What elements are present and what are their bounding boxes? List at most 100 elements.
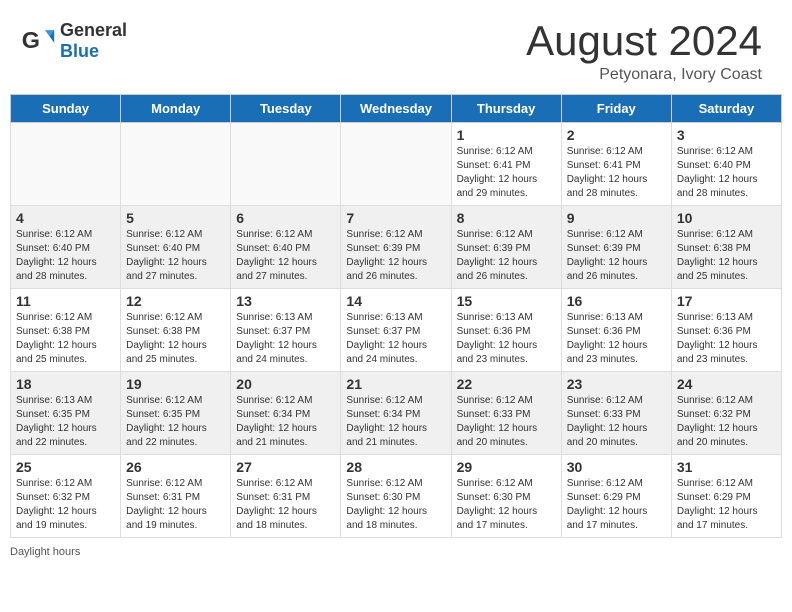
day-number: 19 [126,376,225,392]
day-header-monday: Monday [121,95,231,123]
day-info: Sunrise: 6:12 AMSunset: 6:35 PMDaylight:… [126,394,225,450]
day-number: 21 [346,376,445,392]
week-row-0: 1 Sunrise: 6:12 AMSunset: 6:41 PMDaylight… [11,123,782,206]
day-info: Sunrise: 6:13 AMSunset: 6:35 PMDaylight:… [16,394,115,450]
day-info: Sunrise: 6:12 AMSunset: 6:40 PMDaylight:… [677,145,776,201]
week-row-2: 11 Sunrise: 6:12 AMSunset: 6:38 PMDayligh… [11,289,782,372]
day-cell-26: 26 Sunrise: 6:12 AMSunset: 6:31 PMDayligh… [121,455,231,538]
day-info: Sunrise: 6:12 AMSunset: 6:39 PMDaylight:… [457,228,556,284]
day-info: Sunrise: 6:12 AMSunset: 6:41 PMDaylight:… [567,145,666,201]
day-number: 5 [126,210,225,226]
logo-icon: G [20,23,56,59]
logo-text: General Blue [60,20,127,62]
day-cell-29: 29Sunrise: 6:12 AMSunset: 6:30 PMDayligh… [451,455,561,538]
svg-text:G: G [22,27,40,53]
day-info: Sunrise: 6:12 AMSunset: 6:41 PMDaylight:… [457,145,556,201]
day-cell-8: 8 Sunrise: 6:12 AMSunset: 6:39 PMDaylight… [451,206,561,289]
day-number: 23 [567,376,666,392]
day-cell-27: 27 Sunrise: 6:12 AMSunset: 6:31 PMDayligh… [231,455,341,538]
day-number: 11 [16,293,115,309]
day-info: Sunrise: 6:13 AMSunset: 6:36 PMDaylight:… [677,311,776,367]
day-cell-empty-0-0 [11,123,121,206]
day-number: 4 [16,210,115,226]
day-header-wednesday: Wednesday [341,95,451,123]
logo-general: General [60,20,127,41]
day-number: 28 [346,459,445,475]
day-info: Sunrise: 6:12 AMSunset: 6:38 PMDaylight:… [16,311,115,367]
day-cell-17: 17 Sunrise: 6:13 AMSunset: 6:36 PMDayligh… [671,289,781,372]
day-info: Sunrise: 6:12 AMSunset: 6:29 PMDaylight:… [567,477,666,533]
day-cell-13: 13Sunrise: 6:13 AMSunset: 6:37 PMDayligh… [231,289,341,372]
day-info: Sunrise: 6:12 AMSunset: 6:30 PMDaylight:… [346,477,445,533]
day-number: 3 [677,127,776,143]
day-cell-1: 1 Sunrise: 6:12 AMSunset: 6:41 PMDaylight… [451,123,561,206]
day-cell-21: 21 Sunrise: 6:12 AMSunset: 6:34 PMDayligh… [341,372,451,455]
day-number: 8 [457,210,556,226]
day-number: 12 [126,293,225,309]
day-header-thursday: Thursday [451,95,561,123]
day-info: Sunrise: 6:12 AMSunset: 6:31 PMDaylight:… [236,477,335,533]
day-number: 22 [457,376,556,392]
day-info: Sunrise: 6:12 AMSunset: 6:33 PMDaylight:… [457,394,556,450]
logo: G General Blue [20,20,127,62]
day-cell-22: 22 Sunrise: 6:12 AMSunset: 6:33 PMDayligh… [451,372,561,455]
day-cell-23: 23 Sunrise: 6:12 AMSunset: 6:33 PMDayligh… [561,372,671,455]
day-number: 6 [236,210,335,226]
day-cell-16: 16 Sunrise: 6:13 AMSunset: 6:36 PMDayligh… [561,289,671,372]
day-cell-empty-0-2 [231,123,341,206]
day-cell-20: 20 Sunrise: 6:12 AMSunset: 6:34 PMDayligh… [231,372,341,455]
location-subtitle: Petyonara, Ivory Coast [526,66,762,84]
day-number: 18 [16,376,115,392]
day-info: Sunrise: 6:13 AMSunset: 6:36 PMDaylight:… [567,311,666,367]
day-number: 27 [236,459,335,475]
day-info: Sunrise: 6:12 AMSunset: 6:33 PMDaylight:… [567,394,666,450]
day-cell-3: 3 Sunrise: 6:12 AMSunset: 6:40 PMDaylight… [671,123,781,206]
day-info: Sunrise: 6:12 AMSunset: 6:34 PMDaylight:… [346,394,445,450]
day-info: Sunrise: 6:12 AMSunset: 6:38 PMDaylight:… [126,311,225,367]
day-number: 24 [677,376,776,392]
day-cell-empty-0-1 [121,123,231,206]
day-number: 1 [457,127,556,143]
day-info: Sunrise: 6:12 AMSunset: 6:30 PMDaylight:… [457,477,556,533]
day-cell-6: 6Sunrise: 6:12 AMSunset: 6:40 PMDaylight… [231,206,341,289]
day-number: 13 [236,293,335,309]
day-cell-9: 9Sunrise: 6:12 AMSunset: 6:39 PMDaylight… [561,206,671,289]
title-area: August 2024 Petyonara, Ivory Coast [526,20,762,84]
day-number: 20 [236,376,335,392]
day-number: 17 [677,293,776,309]
day-info: Sunrise: 6:12 AMSunset: 6:34 PMDaylight:… [236,394,335,450]
day-cell-19: 19 Sunrise: 6:12 AMSunset: 6:35 PMDayligh… [121,372,231,455]
month-year-title: August 2024 [526,20,762,62]
day-number: 30 [567,459,666,475]
day-cell-11: 11 Sunrise: 6:12 AMSunset: 6:38 PMDayligh… [11,289,121,372]
day-number: 9 [567,210,666,226]
week-row-1: 4 Sunrise: 6:12 AMSunset: 6:40 PMDaylight… [11,206,782,289]
day-number: 15 [457,293,556,309]
day-info: Sunrise: 6:12 AMSunset: 6:32 PMDaylight:… [677,394,776,450]
day-number: 14 [346,293,445,309]
day-info: Sunrise: 6:12 AMSunset: 6:32 PMDaylight:… [16,477,115,533]
daylight-label: Daylight hours [10,546,80,558]
day-cell-10: 10Sunrise: 6:12 AMSunset: 6:38 PMDayligh… [671,206,781,289]
day-header-friday: Friday [561,95,671,123]
day-info: Sunrise: 6:12 AMSunset: 6:31 PMDaylight:… [126,477,225,533]
day-cell-14: 14Sunrise: 6:13 AMSunset: 6:37 PMDayligh… [341,289,451,372]
day-cell-18: 18 Sunrise: 6:13 AMSunset: 6:35 PMDayligh… [11,372,121,455]
day-cell-30: 30 Sunrise: 6:12 AMSunset: 6:29 PMDayligh… [561,455,671,538]
week-row-3: 18 Sunrise: 6:13 AMSunset: 6:35 PMDayligh… [11,372,782,455]
day-number: 10 [677,210,776,226]
day-cell-15: 15Sunrise: 6:13 AMSunset: 6:36 PMDayligh… [451,289,561,372]
day-info: Sunrise: 6:12 AMSunset: 6:40 PMDaylight:… [126,228,225,284]
day-cell-25: 25Sunrise: 6:12 AMSunset: 6:32 PMDayligh… [11,455,121,538]
day-info: Sunrise: 6:12 AMSunset: 6:29 PMDaylight:… [677,477,776,533]
day-number: 16 [567,293,666,309]
week-row-4: 25Sunrise: 6:12 AMSunset: 6:32 PMDayligh… [11,455,782,538]
day-header-row: SundayMondayTuesdayWednesdayThursdayFrid… [11,95,782,123]
day-info: Sunrise: 6:12 AMSunset: 6:39 PMDaylight:… [346,228,445,284]
day-cell-12: 12 Sunrise: 6:12 AMSunset: 6:38 PMDayligh… [121,289,231,372]
day-cell-5: 5 Sunrise: 6:12 AMSunset: 6:40 PMDaylight… [121,206,231,289]
header: G General Blue August 2024 Petyonara, Iv… [0,0,792,94]
day-number: 26 [126,459,225,475]
day-cell-7: 7Sunrise: 6:12 AMSunset: 6:39 PMDaylight… [341,206,451,289]
day-cell-31: 31Sunrise: 6:12 AMSunset: 6:29 PMDayligh… [671,455,781,538]
